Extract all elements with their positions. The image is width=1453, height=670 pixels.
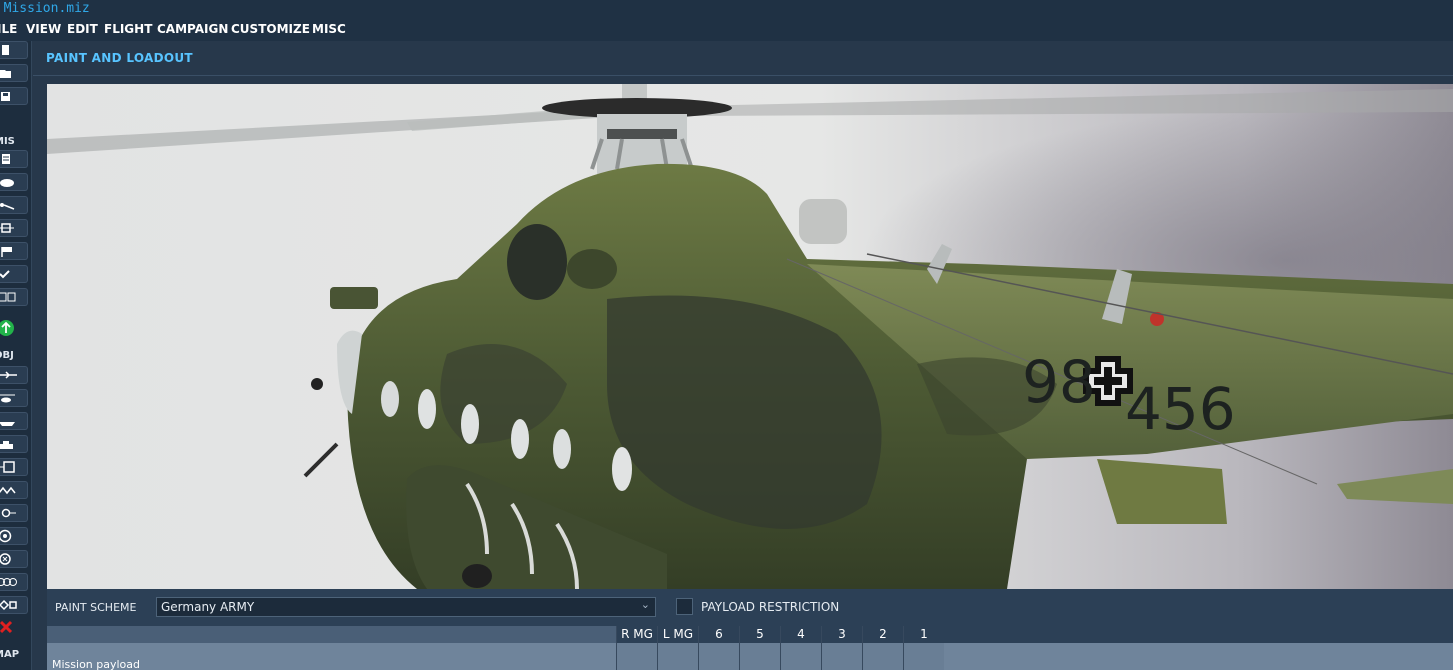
tail-number-right: 456 — [1125, 375, 1236, 443]
open-folder-icon[interactable] — [0, 64, 28, 82]
chain-icon[interactable] — [0, 573, 28, 591]
menu-view[interactable]: VIEW — [26, 22, 61, 36]
waypoint-icon[interactable] — [0, 504, 28, 522]
pylon-column[interactable]: 6 — [698, 626, 739, 670]
triggers-icon[interactable] — [0, 196, 28, 214]
aircraft-3d-preview[interactable]: 98 456 — [47, 84, 1453, 589]
helicopter-render: 98 456 — [47, 84, 1453, 589]
payload-restriction-checkbox[interactable] — [676, 598, 693, 615]
helicopter-icon[interactable] — [0, 389, 28, 407]
pylon-header: 6 — [699, 626, 739, 643]
payload-table-header-rest — [944, 626, 1453, 643]
mission-payload-row[interactable]: Mission payload — [52, 658, 140, 670]
save-icon[interactable] — [0, 87, 28, 105]
loadout-panel: PAINT SCHEME Germany ARMY ⌄ PAYLOAD REST… — [47, 589, 1453, 670]
window-title: w Mission.miz — [0, 1, 90, 16]
menu-file[interactable]: ILE — [0, 22, 17, 36]
pylon-column[interactable]: 2 — [862, 626, 903, 670]
zone-icon[interactable] — [0, 596, 28, 614]
pylon-header: R MG — [617, 626, 657, 643]
ship-icon[interactable] — [0, 412, 28, 430]
static-icon[interactable] — [0, 458, 28, 476]
paint-scheme-value: Germany ARMY — [161, 600, 255, 614]
tail-number-left: 98 — [1022, 348, 1096, 416]
pylon-column[interactable]: 5 — [739, 626, 780, 670]
briefing-icon[interactable] — [0, 150, 28, 168]
flag-icon[interactable] — [0, 242, 28, 260]
panel-title: PAINT AND LOADOUT — [46, 51, 193, 65]
menu-flight[interactable]: FLIGHT — [104, 22, 152, 36]
toolbar-section-mis: MIS — [0, 136, 15, 147]
payload-table: R MG L MG 6 5 4 3 2 1 Mission payload — [47, 626, 1453, 670]
toolbar-section-obj: OBJ — [0, 350, 14, 361]
pylon-cell[interactable] — [699, 643, 739, 670]
checkmark-icon[interactable] — [0, 265, 28, 283]
menu-bar: ILE VIEW EDIT FLIGHT CAMPAIGN CUSTOMIZE … — [0, 19, 1453, 41]
window-titlebar: w Mission.miz — [0, 0, 1453, 19]
payload-restriction-label: PAYLOAD RESTRICTION — [701, 600, 840, 614]
vehicle-icon[interactable] — [0, 435, 28, 453]
pylon-cell[interactable] — [740, 643, 780, 670]
pylon-cell[interactable] — [781, 643, 821, 670]
pylon-column[interactable]: 1 — [903, 626, 944, 670]
pylon-header: L MG — [658, 626, 698, 643]
pylon-column[interactable]: R MG — [616, 626, 657, 670]
new-file-icon[interactable] — [0, 41, 28, 59]
menu-edit[interactable]: EDIT — [67, 22, 98, 36]
toolbar-section-map: MAP — [0, 649, 20, 660]
weather-icon[interactable] — [0, 173, 28, 191]
pylon-column[interactable]: 4 — [780, 626, 821, 670]
pylon-column[interactable]: L MG — [657, 626, 698, 670]
delete-icon[interactable] — [0, 619, 18, 637]
paint-scheme-select[interactable]: Germany ARMY ⌄ — [156, 597, 656, 617]
template-icon[interactable] — [0, 481, 28, 499]
panel-divider — [33, 75, 1453, 76]
pylon-header: 5 — [740, 626, 780, 643]
pylon-cell[interactable] — [863, 643, 903, 670]
pylon-header: 2 — [863, 626, 903, 643]
circle-icon[interactable] — [0, 550, 28, 568]
menu-campaign[interactable]: CAMPAIGN — [157, 22, 228, 36]
pylon-cell[interactable] — [904, 643, 944, 670]
options-icon[interactable] — [0, 288, 28, 306]
chevron-down-icon: ⌄ — [640, 598, 650, 611]
pylon-header: 1 — [904, 626, 944, 643]
pylon-cell[interactable] — [822, 643, 862, 670]
resources-icon[interactable] — [0, 219, 28, 237]
pylon-header: 3 — [822, 626, 862, 643]
pylon-header: 4 — [781, 626, 821, 643]
go-icon[interactable] — [0, 319, 18, 339]
editor-toolbar: MIS OBJ MAP — [0, 41, 32, 670]
airplane-icon[interactable] — [0, 366, 28, 384]
pylon-cell[interactable] — [658, 643, 698, 670]
pylon-column[interactable]: 3 — [821, 626, 862, 670]
payload-table-header-blank — [47, 626, 616, 643]
pylon-cell[interactable] — [617, 643, 657, 670]
menu-customize[interactable]: CUSTOMIZE — [231, 22, 310, 36]
paint-scheme-label: PAINT SCHEME — [55, 601, 137, 614]
menu-misc[interactable]: MISC — [312, 22, 346, 36]
target-icon[interactable] — [0, 527, 28, 545]
